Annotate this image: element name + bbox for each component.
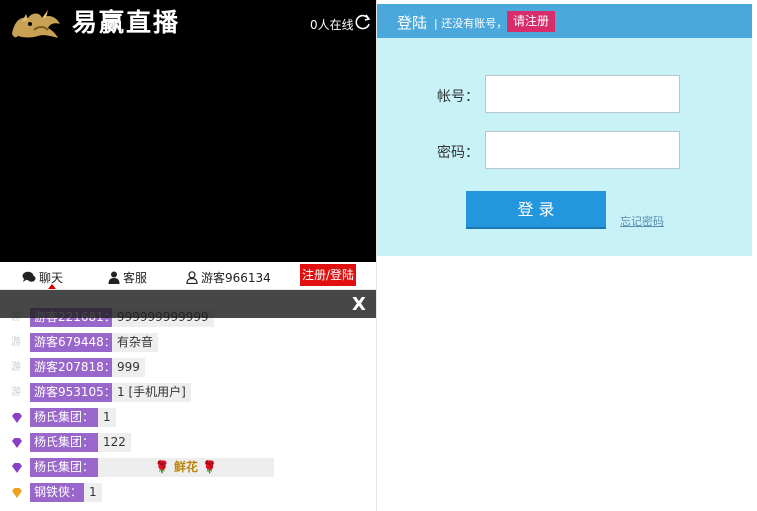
brand-title: 易赢直播 [72, 8, 181, 37]
no-account-text: | 还没有账号， [434, 17, 508, 30]
chat-bubble-icon [22, 271, 36, 282]
message-text: 1 [手机用户] [112, 383, 191, 402]
tab-chat-label: 聊天 [39, 270, 64, 285]
login-pane: 登陆 | 还没有账号， 请注册 帐号： 密码： 登 录 忘记密码 [376, 0, 757, 511]
active-tab-marker [48, 284, 56, 289]
online-count: 0人在线 [310, 18, 354, 32]
message-text: 1 [98, 408, 116, 427]
sender-name: 杨氏集团： [30, 433, 99, 452]
password-label: 密码： [437, 145, 479, 161]
guest-badge-icon: 游 [11, 387, 21, 398]
orange-gem-icon [12, 488, 22, 498]
tab-guest-label: 游客966134 [201, 270, 271, 285]
list-item: 杨氏集团： 🌹 鲜花 🌹 [0, 457, 376, 477]
login-form: 帐号： 密码： 登 录 忘记密码 [377, 38, 752, 256]
tab-guest[interactable]: 游客966134 [186, 268, 271, 286]
sender-name: 游客207818： [30, 358, 120, 377]
video-player[interactable] [0, 46, 376, 262]
message-text: 999 [112, 358, 145, 377]
guest-badge-icon: 游 [11, 337, 21, 348]
account-input[interactable] [485, 75, 680, 113]
list-item: 杨氏集团： 122 [0, 432, 376, 452]
list-item: 游 游客207818： 999 [0, 357, 376, 377]
tab-chat[interactable]: 聊天 [22, 268, 63, 286]
tab-service-label: 客服 [123, 270, 148, 285]
top-bar: 易赢直播 0人在线 [0, 0, 376, 46]
close-overlay-button[interactable]: X [352, 295, 366, 315]
password-input[interactable] [485, 131, 680, 169]
tab-service[interactable]: 客服 [108, 268, 147, 286]
sender-name: 游客953105： [30, 383, 120, 402]
register-login-button[interactable]: 注册/登陆 [300, 264, 356, 286]
flower-gift-message: 🌹 鲜花 🌹 [98, 458, 274, 477]
login-title: 登陆 [397, 14, 428, 32]
purple-gem-icon [12, 463, 22, 473]
login-button[interactable]: 登 录 [466, 191, 606, 229]
login-header: 登陆 | 还没有账号， 请注册 [377, 4, 752, 38]
sender-name: 杨氏集团： [30, 458, 99, 477]
sender-name: 杨氏集团： [30, 408, 99, 427]
purple-gem-icon [12, 413, 22, 423]
dragon-logo-icon [12, 10, 60, 38]
notice-overlay-bar [0, 290, 376, 318]
user-icon [108, 271, 120, 284]
sender-name: 钢铁侠： [30, 483, 87, 502]
purple-gem-icon [12, 438, 22, 448]
guest-badge-icon: 游 [11, 362, 21, 373]
message-text: 有杂音 [112, 333, 159, 352]
register-button[interactable]: 请注册 [507, 11, 556, 32]
list-item: 钢铁侠： 1 [0, 482, 376, 502]
message-text: 122 [98, 433, 131, 452]
sender-name: 游客679448： [30, 333, 120, 352]
forgot-password-link[interactable]: 忘记密码 [620, 213, 664, 229]
refresh-icon[interactable] [354, 13, 372, 31]
live-room-pane: 易赢直播 0人在线 聊天 客服 游客966134 注册/登陆 游 游客67944… [0, 0, 376, 511]
account-label: 帐号： [437, 89, 479, 105]
list-item: 杨氏集团： 1 [0, 407, 376, 427]
user-outline-icon [186, 270, 198, 284]
message-text: 1 [84, 483, 102, 502]
list-item: 游 游客679448： 有杂音 [0, 332, 376, 352]
chat-message-list[interactable]: 游 游客221681： 999999999999 游 游客679448： 有杂音… [0, 290, 376, 511]
list-item: 游 游客953105： 1 [手机用户] [0, 382, 376, 402]
